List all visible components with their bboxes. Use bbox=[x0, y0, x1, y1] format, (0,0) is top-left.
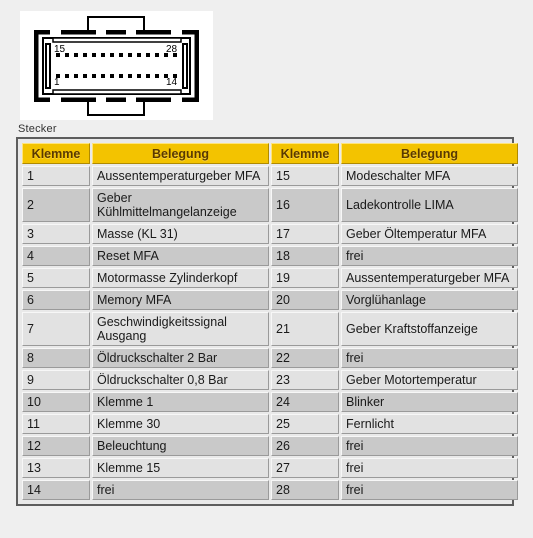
pin-label-top-left: 15 bbox=[54, 44, 66, 55]
cell-belegung-right: Vorglühanlage bbox=[341, 290, 518, 310]
cell-klemme-left: 3 bbox=[22, 224, 90, 244]
cell-belegung-left: Öldruckschalter 0,8 Bar bbox=[92, 370, 269, 390]
table-row: 13 Klemme 15 27 frei bbox=[22, 458, 518, 478]
cell-belegung-right: Geber Öltemperatur MFA bbox=[341, 224, 518, 244]
cell-belegung-left: frei bbox=[92, 480, 269, 500]
table-row: 5 Motormasse Zylinderkopf 19 Aussentemperat… bbox=[22, 268, 518, 288]
cell-belegung-right: Blinker bbox=[341, 392, 518, 412]
cell-klemme-left: 13 bbox=[22, 458, 90, 478]
diagram-caption: Stecker bbox=[18, 123, 57, 135]
cell-belegung-left: Geber Kühlmittelmangelanzeige bbox=[92, 188, 269, 222]
table-row: 14 frei 28 frei bbox=[22, 480, 518, 500]
header-klemme-right: Klemme bbox=[271, 143, 339, 164]
cell-klemme-left: 14 bbox=[22, 480, 90, 500]
cell-klemme-left: 5 bbox=[22, 268, 90, 288]
cell-belegung-left: Klemme 1 bbox=[92, 392, 269, 412]
cell-klemme-right: 23 bbox=[271, 370, 339, 390]
connector-diagram-panel: 15 28 1 14 bbox=[20, 11, 213, 120]
table-row: 10 Klemme 1 24 Blinker bbox=[22, 392, 518, 412]
table-row: 6 Memory MFA 20 Vorglühanlage bbox=[22, 290, 518, 310]
cell-belegung-right: Aussentemperaturgeber MFA bbox=[341, 268, 518, 288]
table-row: 9 Öldruckschalter 0,8 Bar 23 Geber Motortem… bbox=[22, 370, 518, 390]
cell-belegung-left: Reset MFA bbox=[92, 246, 269, 266]
cell-klemme-right: 24 bbox=[271, 392, 339, 412]
cell-belegung-right: frei bbox=[341, 480, 518, 500]
header-klemme-left: Klemme bbox=[22, 143, 90, 164]
cell-klemme-right: 18 bbox=[271, 246, 339, 266]
table-row: 3 Masse (KL 31) 17 Geber Öltemperatur MFA bbox=[22, 224, 518, 244]
cell-klemme-right: 26 bbox=[271, 436, 339, 456]
cell-belegung-left: Motormasse Zylinderkopf bbox=[92, 268, 269, 288]
cell-klemme-right: 19 bbox=[271, 268, 339, 288]
pinout-table: Klemme Belegung Klemme Belegung 1 Aussent… bbox=[20, 141, 520, 502]
cell-belegung-left: Masse (KL 31) bbox=[92, 224, 269, 244]
cell-belegung-right: Geber Kraftstoffanzeige bbox=[341, 312, 518, 346]
cell-klemme-right: 16 bbox=[271, 188, 339, 222]
cell-klemme-left: 4 bbox=[22, 246, 90, 266]
cell-klemme-left: 9 bbox=[22, 370, 90, 390]
cell-belegung-left: Klemme 15 bbox=[92, 458, 269, 478]
table-header-row: Klemme Belegung Klemme Belegung bbox=[22, 143, 518, 164]
table-row: 1 Aussentemperaturgeber MFA 15 Modeschalter… bbox=[22, 166, 518, 186]
cell-klemme-right: 27 bbox=[271, 458, 339, 478]
cell-belegung-right: frei bbox=[341, 348, 518, 368]
cell-belegung-left: Öldruckschalter 2 Bar bbox=[92, 348, 269, 368]
header-belegung-right: Belegung bbox=[341, 143, 518, 164]
table-row: 7 Geschwindigkeitssignal Ausgang 21 Geber K… bbox=[22, 312, 518, 346]
pin-label-bottom-left: 1 bbox=[54, 77, 60, 88]
cell-belegung-left: Beleuchtung bbox=[92, 436, 269, 456]
cell-klemme-right: 25 bbox=[271, 414, 339, 434]
cell-klemme-right: 22 bbox=[271, 348, 339, 368]
cell-klemme-right: 21 bbox=[271, 312, 339, 346]
cell-belegung-right: Modeschalter MFA bbox=[341, 166, 518, 186]
cell-belegung-right: frei bbox=[341, 436, 518, 456]
cell-klemme-left: 8 bbox=[22, 348, 90, 368]
cell-klemme-left: 10 bbox=[22, 392, 90, 412]
cell-klemme-left: 1 bbox=[22, 166, 90, 186]
cell-klemme-left: 11 bbox=[22, 414, 90, 434]
table-row: 12 Beleuchtung 26 frei bbox=[22, 436, 518, 456]
cell-belegung-left: Memory MFA bbox=[92, 290, 269, 310]
cell-klemme-right: 17 bbox=[271, 224, 339, 244]
cell-klemme-right: 28 bbox=[271, 480, 339, 500]
cell-belegung-left: Aussentemperaturgeber MFA bbox=[92, 166, 269, 186]
cell-belegung-right: frei bbox=[341, 246, 518, 266]
cell-belegung-right: Geber Motortemperatur bbox=[341, 370, 518, 390]
table-row: 11 Klemme 30 25 Fernlicht bbox=[22, 414, 518, 434]
table-row: 2 Geber Kühlmittelmangelanzeige 16 Ladekont… bbox=[22, 188, 518, 222]
cell-belegung-right: Ladekontrolle LIMA bbox=[341, 188, 518, 222]
cell-klemme-left: 7 bbox=[22, 312, 90, 346]
header-belegung-left: Belegung bbox=[92, 143, 269, 164]
table-row: 8 Öldruckschalter 2 Bar 22 frei bbox=[22, 348, 518, 368]
cell-klemme-left: 2 bbox=[22, 188, 90, 222]
pin-label-bottom-right: 14 bbox=[166, 77, 178, 88]
connector-pinout-icon: 15 28 1 14 bbox=[34, 16, 199, 116]
cell-belegung-right: frei bbox=[341, 458, 518, 478]
cell-klemme-right: 20 bbox=[271, 290, 339, 310]
table-row: 4 Reset MFA 18 frei bbox=[22, 246, 518, 266]
cell-klemme-right: 15 bbox=[271, 166, 339, 186]
cell-klemme-left: 6 bbox=[22, 290, 90, 310]
cell-belegung-left: Klemme 30 bbox=[92, 414, 269, 434]
cell-belegung-left: Geschwindigkeitssignal Ausgang bbox=[92, 312, 269, 346]
pinout-table-frame: Klemme Belegung Klemme Belegung 1 Aussent… bbox=[16, 137, 518, 506]
pin-label-top-right: 28 bbox=[166, 44, 178, 55]
cell-klemme-left: 12 bbox=[22, 436, 90, 456]
cell-belegung-right: Fernlicht bbox=[341, 414, 518, 434]
